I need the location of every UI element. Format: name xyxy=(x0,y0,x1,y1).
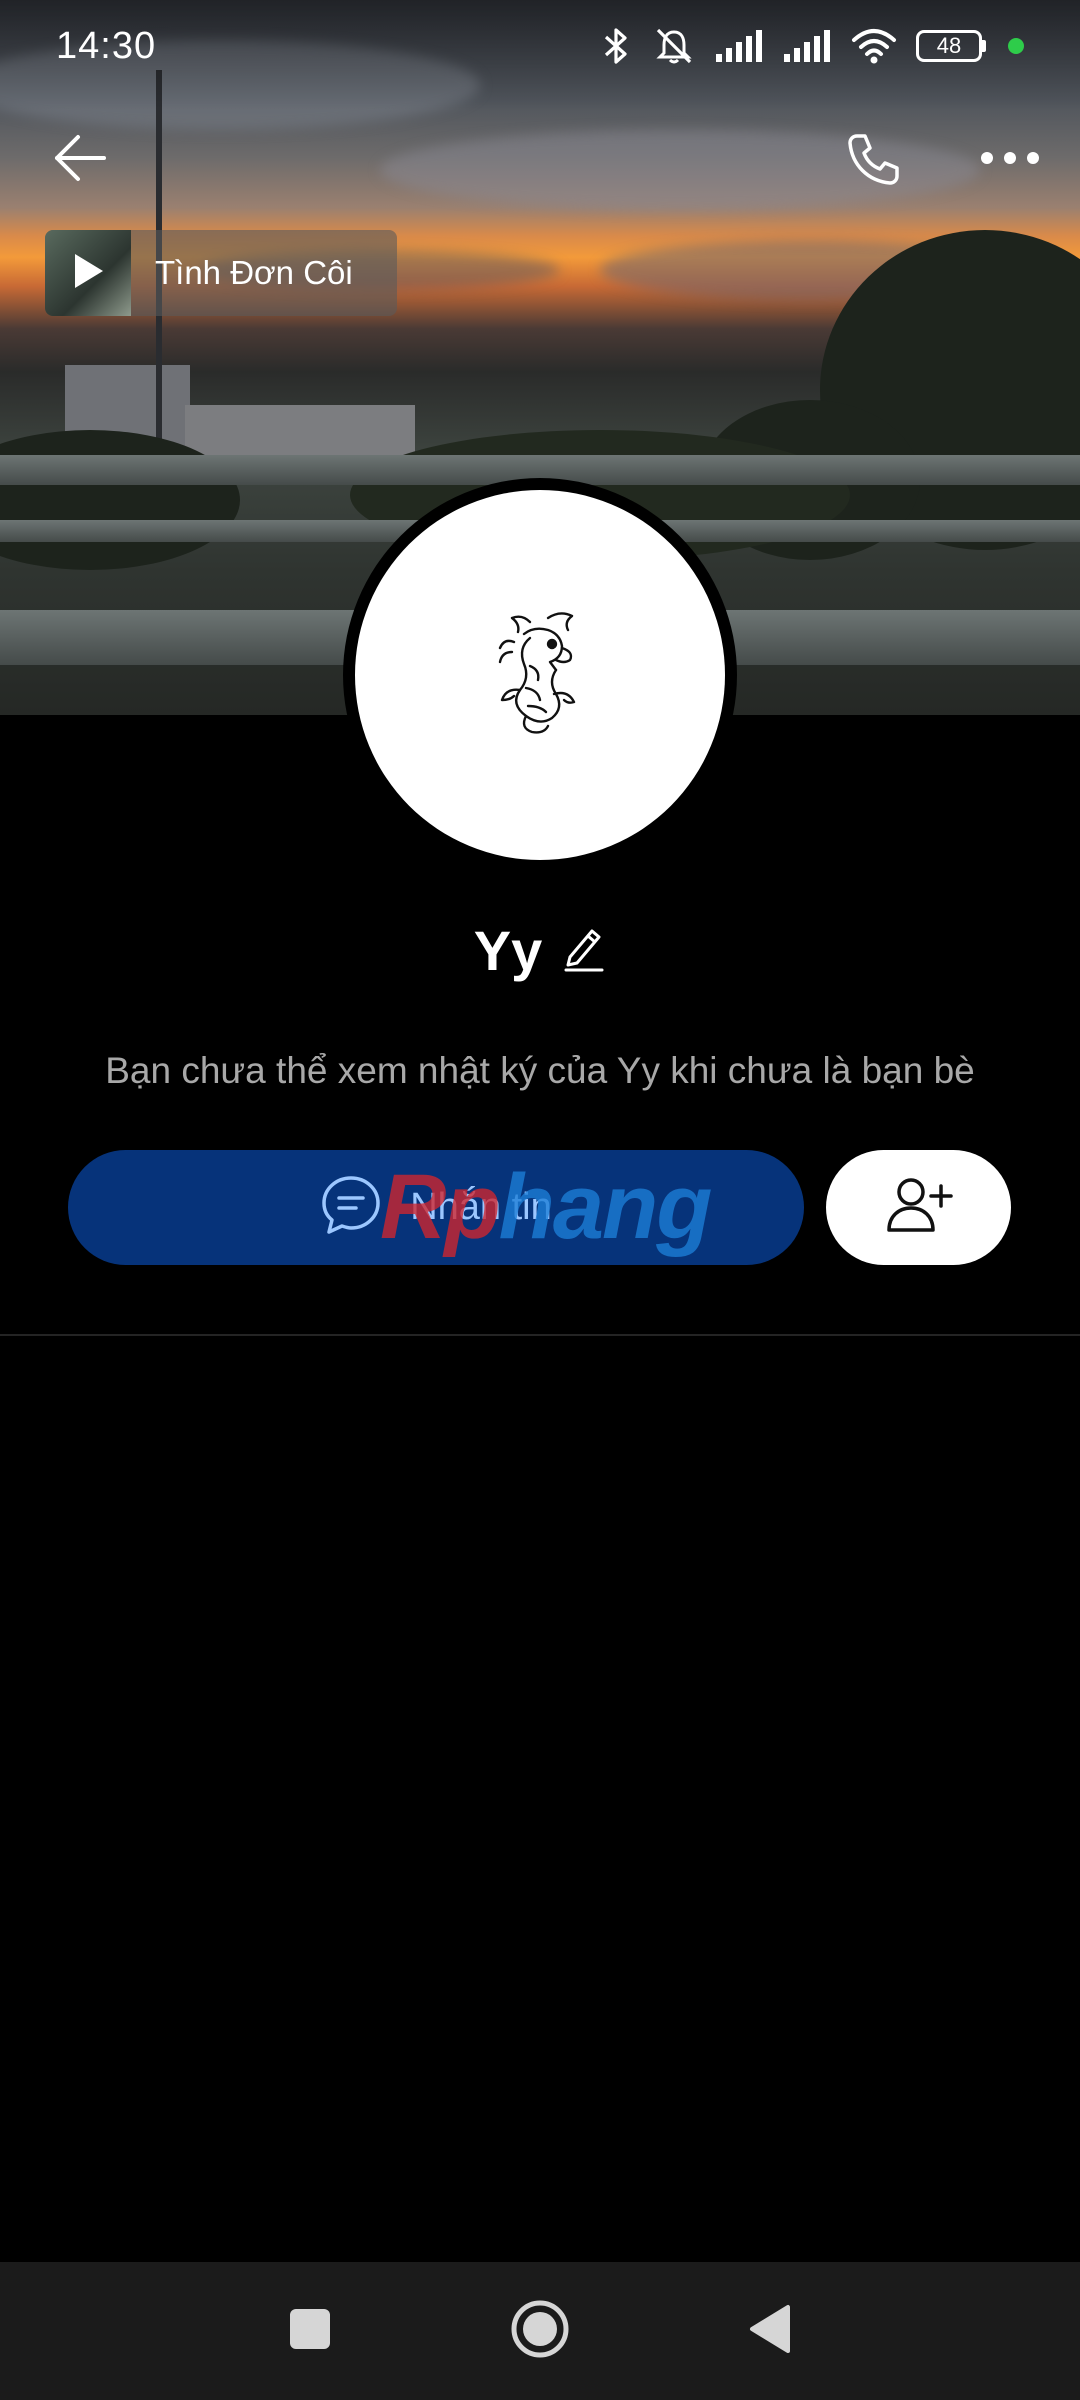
circle-icon xyxy=(510,2299,570,2364)
profile-music-chip[interactable]: Tình Đơn Côi xyxy=(45,230,397,316)
edit-name-button[interactable] xyxy=(562,923,606,978)
status-icons: 48 xyxy=(598,26,1024,66)
profile-name: Yy xyxy=(473,918,543,982)
triangle-back-icon xyxy=(748,2304,792,2359)
battery-icon: 48 xyxy=(916,30,986,62)
music-title: Tình Đơn Côi xyxy=(155,254,353,291)
status-time: 14:30 xyxy=(56,24,157,67)
dragon-illustration-icon xyxy=(490,608,590,743)
system-navigation-bar xyxy=(0,2262,1080,2400)
signal-icon xyxy=(782,28,832,64)
battery-level: 48 xyxy=(916,30,982,62)
more-horizontal-icon xyxy=(980,150,1040,171)
phone-icon xyxy=(843,130,903,195)
square-icon xyxy=(288,2307,332,2356)
back-button[interactable] xyxy=(45,125,115,195)
back-nav-button[interactable] xyxy=(730,2291,810,2371)
wifi-icon xyxy=(850,27,898,65)
pencil-icon xyxy=(562,929,606,977)
user-plus-icon xyxy=(885,1174,953,1241)
recent-apps-button[interactable] xyxy=(270,2291,350,2371)
privacy-indicator-dot xyxy=(1008,38,1024,54)
bell-off-icon xyxy=(652,26,696,66)
message-button[interactable]: Nhắn tin xyxy=(68,1150,804,1265)
message-button-label: Nhắn tin xyxy=(410,1186,552,1228)
diary-locked-notice: Bạn chưa thể xem nhật ký của Yy khi chưa… xyxy=(105,1050,975,1091)
arrow-left-icon xyxy=(52,133,108,188)
play-icon xyxy=(71,252,105,295)
section-divider xyxy=(0,1334,1080,1336)
profile-screen: 14:30 48 Tình Đơn Côi Yy Bạn chưa thể xe… xyxy=(0,0,1080,2400)
home-button[interactable] xyxy=(500,2291,580,2371)
avatar[interactable] xyxy=(355,490,725,860)
chat-bubble-icon xyxy=(320,1174,382,1241)
signal-icon xyxy=(714,28,764,64)
status-bar: 14:30 48 xyxy=(0,0,1080,92)
music-thumbnail xyxy=(45,230,131,316)
call-button[interactable] xyxy=(835,125,910,200)
profile-name-row: Yy xyxy=(0,910,1080,990)
more-button[interactable] xyxy=(975,125,1045,195)
bluetooth-icon xyxy=(598,26,634,66)
add-friend-button[interactable] xyxy=(826,1150,1011,1265)
